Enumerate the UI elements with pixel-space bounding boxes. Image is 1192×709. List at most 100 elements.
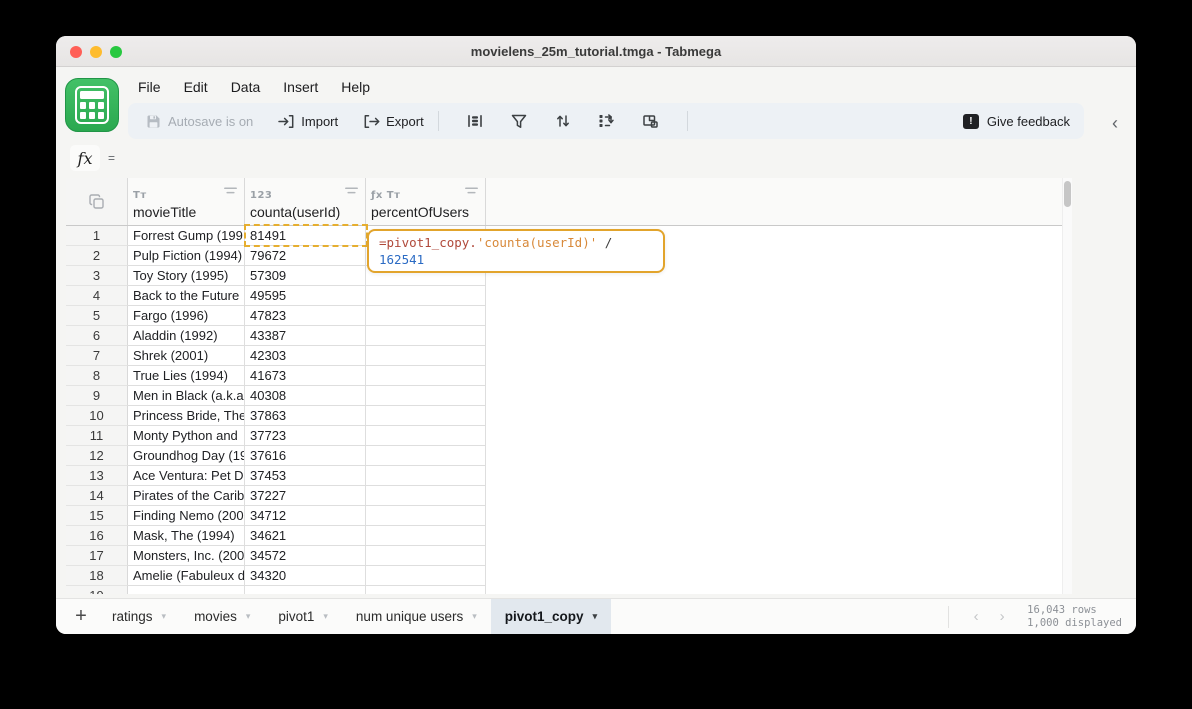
row-number-cell[interactable]: 1 [66, 226, 128, 246]
row-number-cell[interactable]: 3 [66, 266, 128, 286]
movie-title-cell[interactable]: Back to the Future [128, 286, 245, 306]
count-cell[interactable]: 40308 [245, 386, 366, 406]
percent-cell[interactable] [366, 386, 486, 406]
count-cell[interactable]: 34712 [245, 506, 366, 526]
count-cell[interactable]: 81491 [245, 226, 366, 246]
movie-title-cell[interactable]: Finding Nemo (200 [128, 506, 245, 526]
percent-cell[interactable] [366, 466, 486, 486]
percent-cell[interactable] [366, 566, 486, 586]
row-number-cell[interactable]: 11 [66, 426, 128, 446]
row-number-cell[interactable]: 10 [66, 406, 128, 426]
next-page-button[interactable]: › [989, 608, 1015, 625]
row-number-cell[interactable]: 12 [66, 446, 128, 466]
column-stats-icon[interactable] [466, 112, 484, 130]
pivot-icon[interactable] [598, 112, 616, 130]
sheet-tab-pivot1_copy[interactable]: pivot1_copy ▾ [490, 599, 612, 634]
row-number-cell[interactable]: 15 [66, 506, 128, 526]
movie-title-cell[interactable]: Forrest Gump (199 [128, 226, 245, 246]
add-sheet-button[interactable]: + [64, 599, 98, 634]
sheet-tab-num-unique-users[interactable]: num unique users ▾ [342, 599, 491, 634]
count-cell[interactable]: 37227 [245, 486, 366, 506]
percent-cell[interactable] [366, 546, 486, 566]
give-feedback-button[interactable]: ! Give feedback [962, 113, 1070, 129]
menu-item-help[interactable]: Help [341, 76, 370, 98]
percent-cell[interactable] [366, 286, 486, 306]
percent-cell[interactable] [366, 346, 486, 366]
row-number-cell[interactable]: 18 [66, 566, 128, 586]
column-header-counta-userid-[interactable]: 123 counta(userId) [245, 178, 366, 225]
movie-title-cell[interactable]: Aladdin (1992) [128, 326, 245, 346]
sheet-tab-movies[interactable]: movies ▾ [180, 599, 264, 634]
sheet-tab-pivot1[interactable]: pivot1 ▾ [264, 599, 342, 634]
count-cell[interactable]: 34320 [245, 566, 366, 586]
count-cell[interactable]: 41673 [245, 366, 366, 386]
count-cell[interactable]: 42303 [245, 346, 366, 366]
count-cell[interactable]: 37453 [245, 466, 366, 486]
join-icon[interactable] [642, 112, 660, 130]
menu-item-data[interactable]: Data [231, 76, 261, 98]
movie-title-cell[interactable]: Men in Black (a.k.a. [128, 386, 245, 406]
tab-chevron-down-icon[interactable]: ▾ [472, 611, 477, 622]
percent-cell[interactable] [366, 306, 486, 326]
count-cell[interactable] [245, 586, 366, 594]
movie-title-cell[interactable]: Pirates of the Carib [128, 486, 245, 506]
row-number-cell[interactable]: 17 [66, 546, 128, 566]
column-filter-icon[interactable] [465, 187, 478, 195]
column-header-percentofusers[interactable]: ƒx Tᴛ percentOfUsers [366, 178, 486, 225]
movie-title-cell[interactable]: Groundhog Day (19 [128, 446, 245, 466]
menu-item-file[interactable]: File [138, 76, 161, 98]
percent-cell[interactable] [366, 326, 486, 346]
column-filter-icon[interactable] [345, 187, 358, 195]
movie-title-cell[interactable]: Fargo (1996) [128, 306, 245, 326]
count-cell[interactable]: 37863 [245, 406, 366, 426]
menu-item-insert[interactable]: Insert [283, 76, 318, 98]
row-number-cell[interactable]: 7 [66, 346, 128, 366]
sheet-tab-ratings[interactable]: ratings ▾ [98, 599, 180, 634]
tab-chevron-down-icon[interactable]: ▾ [162, 611, 167, 622]
count-cell[interactable]: 79672 [245, 246, 366, 266]
filter-icon[interactable] [510, 112, 528, 130]
count-cell[interactable]: 37616 [245, 446, 366, 466]
sort-icon[interactable] [554, 112, 572, 130]
count-cell[interactable]: 43387 [245, 326, 366, 346]
row-number-cell[interactable]: 5 [66, 306, 128, 326]
count-cell[interactable]: 34621 [245, 526, 366, 546]
export-button[interactable]: Export [362, 112, 424, 130]
column-header-movietitle[interactable]: Tᴛ movieTitle [128, 178, 245, 225]
movie-title-cell[interactable]: Mask, The (1994) [128, 526, 245, 546]
count-cell[interactable]: 34572 [245, 546, 366, 566]
percent-cell[interactable] [366, 426, 486, 446]
percent-cell[interactable] [366, 406, 486, 426]
movie-title-cell[interactable]: Princess Bride, The [128, 406, 245, 426]
row-number-cell[interactable]: 9 [66, 386, 128, 406]
percent-cell[interactable] [366, 486, 486, 506]
row-number-cell[interactable]: 4 [66, 286, 128, 306]
movie-title-cell[interactable] [128, 586, 245, 594]
row-number-cell[interactable]: 8 [66, 366, 128, 386]
row-number-cell[interactable]: 6 [66, 326, 128, 346]
tab-chevron-down-icon[interactable]: ▾ [246, 611, 251, 622]
movie-title-cell[interactable]: Toy Story (1995) [128, 266, 245, 286]
movie-title-cell[interactable]: True Lies (1994) [128, 366, 245, 386]
collapse-panel-chevron-icon[interactable]: ‹ [1104, 112, 1126, 134]
movie-title-cell[interactable]: Amelie (Fabuleux d [128, 566, 245, 586]
import-button[interactable]: Import [277, 112, 338, 130]
percent-cell[interactable] [366, 446, 486, 466]
count-cell[interactable]: 57309 [245, 266, 366, 286]
vertical-scrollbar[interactable] [1062, 178, 1072, 594]
tab-chevron-down-icon[interactable]: ▾ [323, 611, 328, 622]
count-cell[interactable]: 49595 [245, 286, 366, 306]
percent-cell[interactable] [366, 586, 486, 594]
movie-title-cell[interactable]: Monsters, Inc. (200 [128, 546, 245, 566]
autosave-toggle[interactable]: Autosave is on [144, 112, 253, 130]
row-number-cell[interactable]: 13 [66, 466, 128, 486]
movie-title-cell[interactable]: Pulp Fiction (1994) [128, 246, 245, 266]
count-cell[interactable]: 47823 [245, 306, 366, 326]
row-number-cell[interactable]: 16 [66, 526, 128, 546]
percent-cell[interactable] [366, 366, 486, 386]
prev-page-button[interactable]: ‹ [963, 608, 989, 625]
count-cell[interactable]: 37723 [245, 426, 366, 446]
formula-editor-popup[interactable]: =pivot1_copy.'counta(userId)' / 162541 [367, 229, 665, 273]
row-number-cell[interactable]: 2 [66, 246, 128, 266]
scrollbar-thumb[interactable] [1063, 181, 1071, 207]
